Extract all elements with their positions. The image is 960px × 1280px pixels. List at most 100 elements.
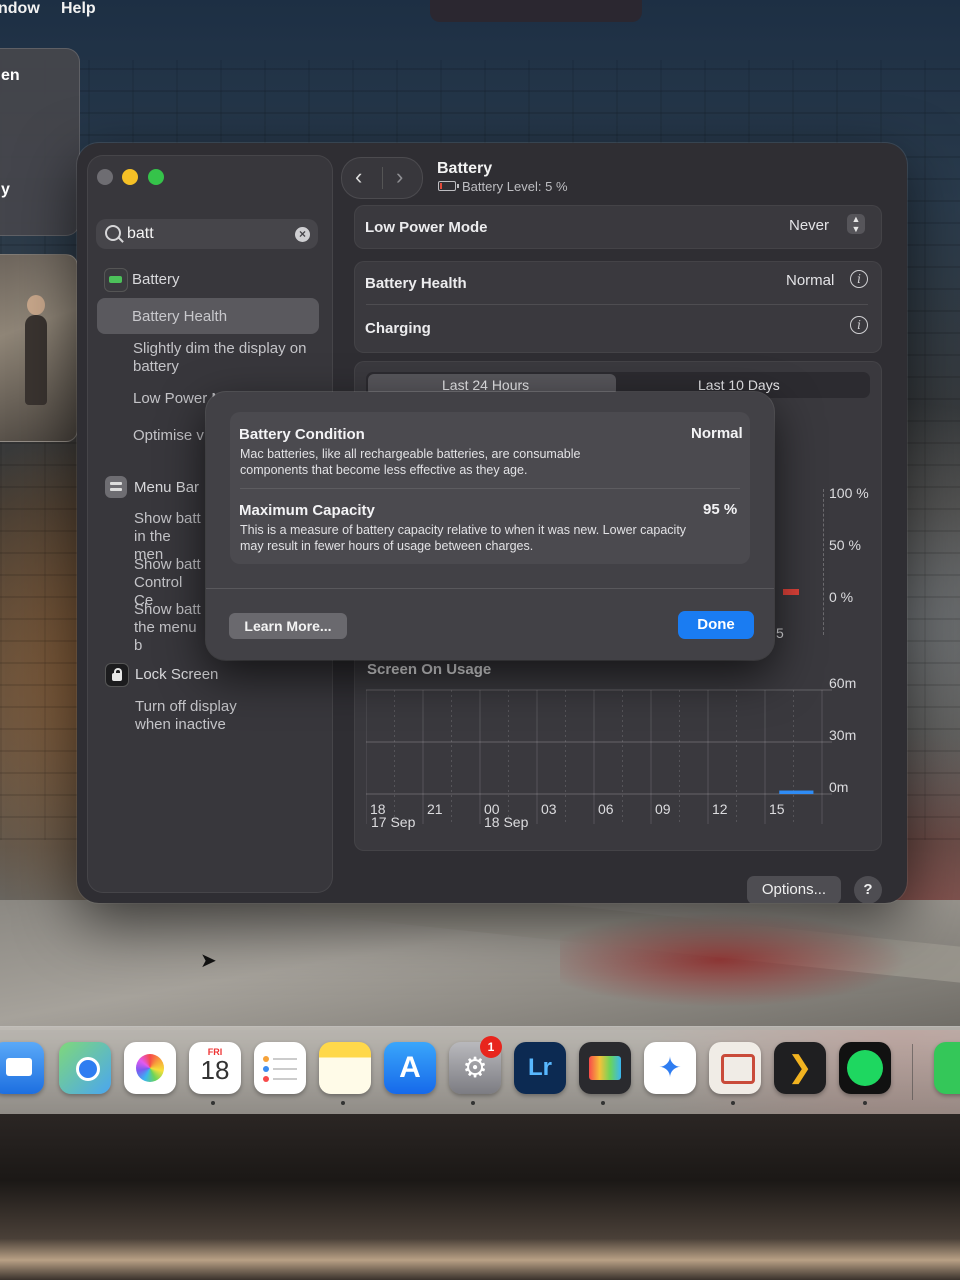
screen-share-icon[interactable] (709, 1042, 761, 1094)
notification-photo[interactable] (0, 254, 78, 442)
wallpaper-graffiti (560, 900, 960, 1020)
minimize-button[interactable] (122, 169, 138, 185)
help-button[interactable]: ? (854, 876, 882, 903)
maps-icon[interactable] (59, 1042, 111, 1094)
spotify-icon[interactable] (839, 1042, 891, 1094)
photo-figure-body (25, 315, 47, 405)
battery-x-tick: 5 (776, 625, 784, 641)
dock-divider (912, 1044, 913, 1100)
sheet-footer-divider (206, 588, 774, 589)
plex-icon[interactable]: ❯ (774, 1042, 826, 1094)
chevron-up-down-icon[interactable]: ▲ ▼ (847, 214, 865, 234)
close-button[interactable] (97, 169, 113, 185)
battery-axis-50: 50 % (829, 537, 861, 553)
usage-date-label-2: 18 Sep (484, 814, 529, 830)
screen-usage-chart: 18 21 00 03 06 09 12 15 (366, 689, 832, 824)
running-indicator (471, 1101, 475, 1105)
mail-icon[interactable] (0, 1042, 44, 1094)
low-power-mode-label: Low Power Mode (365, 219, 488, 236)
usage-axis-60m: 60m (829, 675, 857, 691)
battery-health-info-icon[interactable]: i (850, 270, 868, 288)
usage-x-tick: 21 (427, 801, 443, 817)
search-field[interactable]: batt × (96, 219, 318, 249)
calendar-day-number: 18 (200, 1055, 230, 1085)
messages-icon[interactable] (934, 1042, 960, 1094)
battery-health-value: Normal (786, 272, 835, 289)
sidebar-item-menu-bar[interactable]: Menu Bar (134, 479, 199, 496)
notification-card[interactable]: en y (0, 48, 80, 236)
usage-x-tick: 15 (769, 801, 785, 817)
photos-icon[interactable] (124, 1042, 176, 1094)
notes-icon[interactable] (319, 1042, 371, 1094)
photo-figure-head (27, 295, 45, 315)
battery-icon (104, 268, 128, 292)
usage-bar (779, 790, 814, 794)
reminders-icon[interactable] (254, 1042, 306, 1094)
page-title: Battery (437, 160, 493, 177)
app-store-icon[interactable]: A (384, 1042, 436, 1094)
maximum-capacity-description: This is a measure of battery capacity re… (240, 523, 687, 553)
battery-axis-0: 0 % (829, 589, 854, 605)
charging-label: Charging (365, 320, 431, 337)
tab-last-24-hours[interactable]: Last 24 Hours (442, 377, 529, 393)
running-indicator (601, 1101, 605, 1105)
search-input[interactable]: batt (127, 225, 154, 243)
sidebar-item-slightly-dim[interactable]: Slightly dim the display on battery (133, 340, 313, 376)
battery-health-label: Battery Health (365, 275, 467, 292)
lock-icon (105, 663, 129, 687)
search-icon (105, 225, 121, 241)
low-power-mode-value[interactable]: Never (789, 217, 829, 234)
notification-subtitle: y (1, 181, 10, 198)
row-divider (366, 304, 868, 305)
clear-search-icon[interactable]: × (295, 227, 310, 242)
sidebar-item-show-battery-percentage[interactable]: Show batt the menu b (134, 601, 204, 655)
running-indicator (211, 1101, 215, 1105)
tab-last-10-days[interactable]: Last 10 Days (698, 377, 780, 393)
menu-bar-icon (105, 476, 127, 498)
network-app-icon[interactable]: ✦ (644, 1042, 696, 1094)
sheet-divider (240, 488, 740, 489)
learn-more-button[interactable]: Learn More... (229, 613, 347, 639)
running-indicator (863, 1101, 867, 1105)
battery-condition-description: Mac batteries, like all rechargeable bat… (240, 447, 581, 477)
screen-usage-title: Screen On Usage (367, 661, 492, 678)
usage-date-label-1: 17 Sep (371, 814, 416, 830)
usage-axis-30m: 30m (829, 727, 857, 743)
mouse-pointer-icon: ➤ (200, 950, 217, 972)
navigation-buttons: ‹ › (341, 157, 423, 199)
zoom-button[interactable] (148, 169, 164, 185)
usage-axis-0m: 0m (829, 779, 849, 795)
back-icon[interactable]: ‹ (355, 164, 362, 190)
menu-window[interactable]: ndow (0, 0, 40, 18)
menu-help[interactable]: Help (61, 0, 96, 18)
usage-x-tick: 06 (598, 801, 614, 817)
charging-info-icon[interactable]: i (850, 316, 868, 334)
options-button[interactable]: Options... (747, 876, 841, 903)
usage-x-tick: 09 (655, 801, 671, 817)
battery-level-bar (783, 589, 799, 595)
done-button[interactable]: Done (678, 611, 754, 639)
battery-level-icon (438, 181, 459, 191)
sidebar-item-turn-off-display[interactable]: Turn off display when inactive (135, 698, 265, 734)
usage-x-tick: 03 (541, 801, 557, 817)
lightroom-icon[interactable]: Lr (514, 1042, 566, 1094)
camera-notch (430, 0, 642, 22)
maximum-capacity-title: Maximum Capacity (239, 502, 375, 519)
notification-title: en (1, 67, 20, 84)
sidebar-item-lock-screen[interactable]: Lock Screen (135, 666, 218, 683)
final-cut-icon[interactable] (579, 1042, 631, 1094)
sidebar-item-battery[interactable]: Battery (132, 271, 180, 288)
running-indicator (731, 1101, 735, 1105)
battery-level-text: Battery Level: 5 % (462, 179, 568, 194)
battery-health-sheet: Battery Condition Normal Mac batteries, … (206, 392, 774, 660)
laptop-bezel (0, 1114, 960, 1280)
nav-divider (382, 167, 383, 189)
usage-x-tick: 12 (712, 801, 728, 817)
notification-badge: 1 (480, 1036, 502, 1058)
forward-icon[interactable]: › (396, 164, 403, 190)
running-indicator (341, 1101, 345, 1105)
calendar-icon[interactable]: FRI 18 (189, 1042, 241, 1094)
battery-axis-100: 100 % (829, 485, 869, 501)
battery-chart-gridline (823, 489, 825, 635)
sidebar-item-battery-health[interactable]: Battery Health (132, 308, 227, 325)
